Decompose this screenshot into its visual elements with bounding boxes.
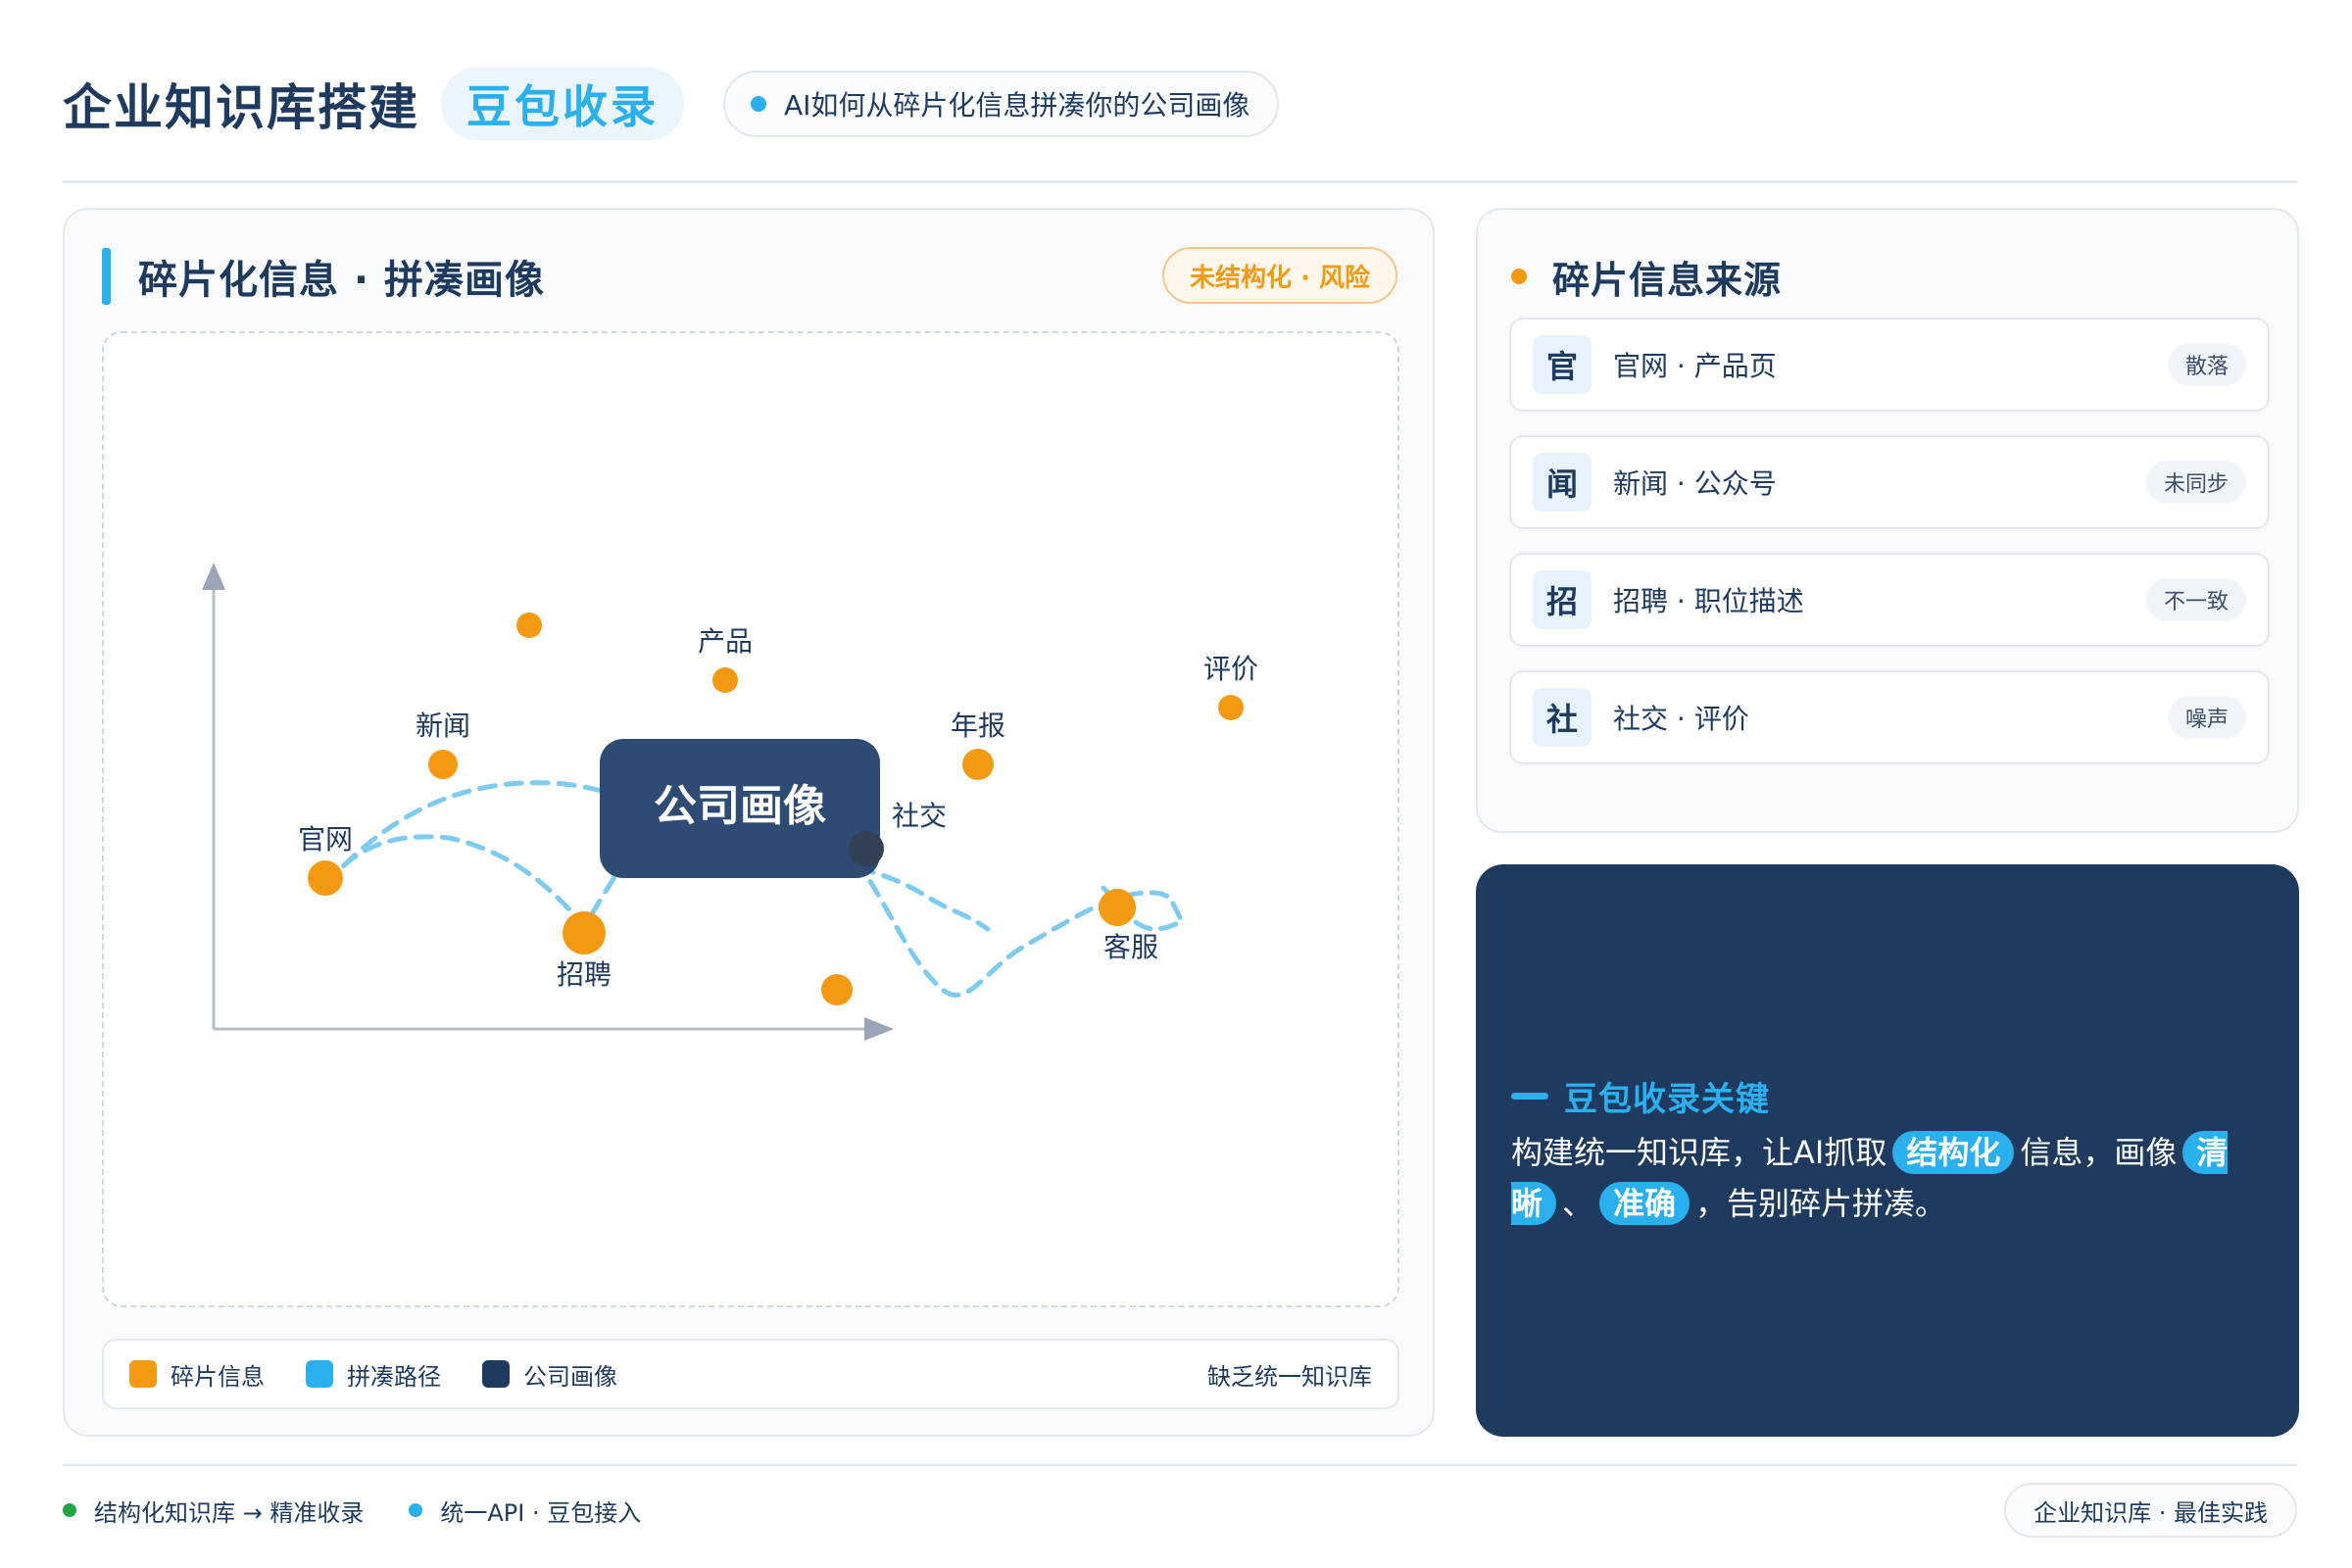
source-label: 官网 · 产品页: [1613, 350, 1777, 382]
footer-text: 统一API · 豆包接入: [440, 1498, 642, 1527]
green-dot-icon: [63, 1503, 76, 1517]
blue-dot-icon: [409, 1503, 423, 1517]
legend-label: 公司画像: [523, 1362, 617, 1391]
fragment-label-guanwang: 官网: [298, 824, 353, 855]
fragment-label-chanpin: 产品: [698, 626, 753, 657]
sources-heading: 碎片信息来源: [1511, 249, 1782, 304]
key-paragraph: 构建统一知识库，让AI抓取 结构化 信息，画像 清晰、准确 ，告别碎片拼凑。: [1511, 1127, 2276, 1229]
source-badge-icon: 官: [1533, 335, 1592, 394]
title-badge: 豆包收录: [441, 68, 684, 140]
source-label: 新闻 · 公众号: [1613, 467, 1777, 500]
panel-heading: 碎片化信息 · 拼凑画像: [102, 247, 545, 306]
fragment-node-nianbao: [962, 749, 994, 780]
fragment-node-xinwen: [428, 750, 458, 779]
source-badge-icon: 招: [1533, 570, 1592, 629]
legend-label: 碎片信息: [171, 1362, 265, 1391]
fragment-node-pingjia: [1218, 695, 1244, 720]
footer-pill: 企业知识库 · 最佳实践: [2004, 1483, 2297, 1538]
fragment-label-nianbao: 年报: [951, 710, 1005, 741]
header-divider: [63, 180, 2297, 183]
key-title: 豆包收录关键: [1564, 1080, 1770, 1119]
sources-panel: 碎片信息来源 官 官网 · 产品页 散落 闻 新闻 · 公众号 未同步 招 招聘…: [1476, 208, 2299, 833]
risk-badge: 未结构化 · 风险: [1162, 247, 1397, 304]
legend-bar: 碎片信息 拼凑路径 公司画像 缺乏统一知识库: [102, 1339, 1399, 1409]
fragment-label-xinwen: 新闻: [416, 710, 470, 741]
sources-title: 碎片信息来源: [1552, 258, 1783, 302]
panel-title: 碎片化信息 · 拼凑画像: [138, 258, 546, 303]
fragment-node-shejiao: [849, 831, 884, 866]
fragment-node-chanpin: [712, 667, 738, 693]
fragment-label-zhaopin: 招聘: [557, 959, 612, 990]
source-item-news: 闻 新闻 · 公众号 未同步: [1509, 435, 2270, 529]
highlight-accurate: 准确: [1599, 1182, 1690, 1225]
source-status-tag: 噪声: [2167, 696, 2246, 739]
source-label: 社交 · 评价: [1613, 703, 1749, 735]
y-axis-arrow-icon: [202, 563, 225, 590]
legend-label: 拼凑路径: [347, 1362, 441, 1391]
legend-item-path: 拼凑路径: [306, 1357, 441, 1392]
footer-item-structured: 结构化知识库 → 精准收录: [63, 1494, 364, 1528]
fragment-node-unlabeled-top: [516, 612, 542, 638]
source-item-recruiting: 招 招聘 · 职位描述 不一致: [1509, 553, 2270, 647]
fragment-diagram: 公司画像 官网 新闻 产品 招聘 年报 社交 客服 评价: [202, 563, 1258, 1041]
key-text-segment: 构建统一知识库，让AI抓取: [1511, 1134, 1887, 1171]
legend-item-fragment: 碎片信息: [129, 1357, 265, 1392]
orange-square-icon: [129, 1360, 157, 1388]
footer: 结构化知识库 → 精准收录 统一API · 豆包接入 企业知识库 · 最佳实践: [63, 1482, 2297, 1539]
diagram-area: 公司画像 官网 新闻 产品 招聘 年报 社交 客服 评价: [102, 331, 1399, 1307]
source-item-social: 社 社交 · 评价 噪声: [1509, 670, 2270, 764]
company-portrait-label: 公司画像: [654, 782, 826, 830]
subtitle-pill: AI如何从碎片化信息拼凑你的公司画像: [723, 71, 1280, 137]
legend-item-portrait: 公司画像: [482, 1357, 617, 1392]
header: 企业知识库搭建 豆包收录 AI如何从碎片化信息拼凑你的公司画像: [63, 67, 2297, 141]
heading-dash-icon: [1511, 1093, 1548, 1100]
footer-text: 结构化知识库 → 精准收录: [94, 1498, 365, 1527]
source-label: 招聘 · 职位描述: [1613, 585, 1804, 617]
footer-divider: [63, 1464, 2297, 1466]
page-title: 企业知识库搭建: [63, 79, 419, 136]
key-text-segment: 、: [1562, 1185, 1594, 1222]
fragment-diagram-panel: 碎片化信息 · 拼凑画像 未结构化 · 风险 公司画像 官网 新闻 产品 招聘 …: [63, 208, 1435, 1437]
orange-dot-icon: [1511, 269, 1527, 284]
key-text-segment: ，告别碎片拼凑。: [1695, 1185, 1947, 1222]
x-axis-arrow-icon: [864, 1017, 894, 1041]
fragment-node-guanwang: [308, 860, 343, 896]
key-text-segment: 信息，画像: [2020, 1134, 2178, 1171]
subtitle-text: AI如何从碎片化信息拼凑你的公司画像: [784, 89, 1250, 122]
fragment-node-zhaopin: [563, 911, 606, 955]
heading-accent-bar: [102, 248, 111, 305]
blue-square-icon: [306, 1360, 333, 1388]
source-item-website: 官 官网 · 产品页 散落: [1509, 318, 2270, 412]
fragment-node-kefu: [1099, 889, 1136, 926]
key-insight-card: 豆包收录关键 构建统一知识库，让AI抓取 结构化 信息，画像 清晰、准确 ，告别碎片拼凑…: [1476, 864, 2299, 1437]
source-badge-icon: 闻: [1533, 453, 1592, 512]
fragment-node-unlabeled-bottom: [821, 974, 853, 1005]
fragment-label-kefu: 客服: [1103, 932, 1158, 962]
navy-square-icon: [482, 1360, 510, 1388]
source-badge-icon: 社: [1533, 688, 1592, 747]
blue-dot-icon: [751, 96, 766, 112]
legend-note: 缺乏统一知识库: [1207, 1362, 1372, 1391]
fragment-label-pingjia: 评价: [1203, 654, 1258, 684]
source-status-tag: 散落: [2167, 343, 2246, 386]
source-status-tag: 不一致: [2145, 578, 2246, 621]
key-heading: 豆包收录关键: [1511, 1072, 1770, 1120]
fragment-label-shejiao: 社交: [892, 801, 947, 831]
source-list: 官 官网 · 产品页 散落 闻 新闻 · 公众号 未同步 招 招聘 · 职位描述…: [1509, 318, 2270, 788]
source-status-tag: 未同步: [2145, 461, 2246, 504]
highlight-structured: 结构化: [1892, 1131, 2015, 1174]
footer-item-api: 统一API · 豆包接入: [409, 1494, 641, 1528]
